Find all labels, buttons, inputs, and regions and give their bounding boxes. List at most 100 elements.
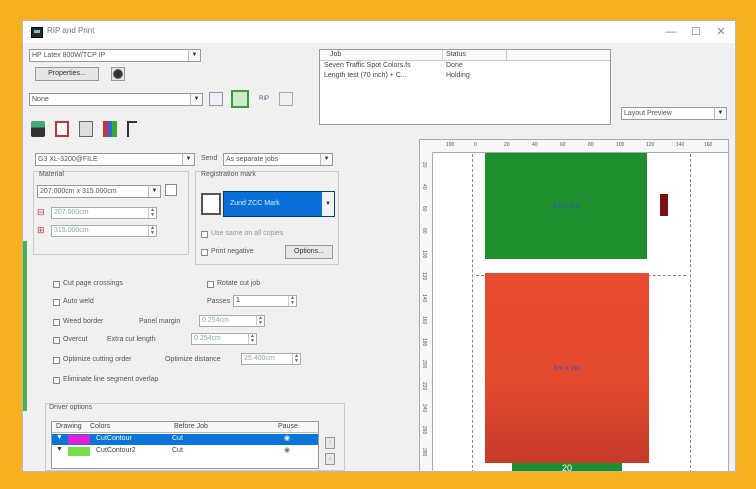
job-row-1-status: Done: [446, 62, 463, 69]
ruler-tick: 100: [421, 250, 427, 259]
pause-column-header[interactable]: Pause: [278, 423, 298, 430]
stepper-icon[interactable]: ▲ ▼: [256, 316, 264, 326]
ruler-tick: 120: [646, 142, 655, 148]
chevron-down-icon: ▼: [320, 154, 332, 165]
title-bar: RIP and Print — ☐ ✕: [23, 21, 735, 43]
tab-tiling-icon[interactable]: [103, 121, 117, 137]
height-icon: ⊞: [37, 225, 45, 235]
stepper-icon[interactable]: ▲ ▼: [248, 334, 256, 344]
status-column-header[interactable]: Status: [446, 51, 466, 58]
close-button[interactable]: ✕: [709, 24, 733, 40]
passes-field[interactable]: 1 ▲ ▼: [233, 295, 297, 307]
options-button[interactable]: Options...: [285, 245, 333, 259]
material-edit-icon[interactable]: [165, 184, 177, 196]
optimize-cutting-order-checkbox[interactable]: [53, 357, 60, 364]
move-up-icon[interactable]: ↑: [325, 437, 335, 449]
job-list[interactable]: Job Status Seven Traffic Spot Colors.fs …: [319, 49, 611, 125]
drawing-column-header[interactable]: Drawing: [56, 423, 82, 430]
preset-select[interactable]: None ▼: [29, 93, 203, 106]
overcut-label: Overcut: [63, 336, 88, 343]
preview-icon[interactable]: [231, 90, 249, 108]
layout-view-select[interactable]: Layout Preview ▼: [621, 107, 727, 120]
ruler-tick: 240: [421, 404, 427, 413]
material-label: Material: [39, 171, 64, 178]
cut-page-crossings-checkbox[interactable]: [53, 281, 60, 288]
optimize-distance-field[interactable]: 25.400cm ▲ ▼: [241, 353, 301, 365]
size-preset-select[interactable]: G3 XL-3200@FILE ▼: [35, 153, 195, 166]
stepper-icon[interactable]: ▲ ▼: [292, 354, 300, 364]
height-field[interactable]: 315.000cm ▲ ▼: [51, 225, 157, 237]
send-select[interactable]: As separate jobs ▼: [223, 153, 333, 166]
job-list-header: Job Status: [320, 50, 610, 61]
tab-color-icon[interactable]: [79, 121, 93, 137]
pause-icon[interactable]: ◉: [284, 446, 290, 454]
extra-cut-length-field[interactable]: 0.254cm ▲ ▼: [191, 333, 257, 345]
driver-options-table[interactable]: Drawing Colors Before Job Pause ▼ CutCon…: [51, 421, 319, 469]
colors-column-header[interactable]: Colors: [90, 423, 110, 430]
maximize-button[interactable]: ☐: [684, 24, 708, 40]
weed-border-checkbox[interactable]: [53, 319, 60, 326]
print-job-1m-x-2m[interactable]: 1m x 2m: [485, 273, 649, 463]
rip-print-window: RIP and Print — ☐ ✕ HP Latex 800W/TCP IP…: [22, 20, 736, 472]
rip-icon[interactable]: RIP: [257, 92, 271, 106]
tab-printer-icon[interactable]: [31, 121, 45, 137]
use-same-checkbox[interactable]: [201, 231, 208, 238]
overcut-checkbox[interactable]: [53, 337, 60, 344]
ruler-tick: 60: [421, 206, 427, 212]
ruler-tick: 100: [616, 142, 625, 148]
chevron-down-icon: ▼: [322, 192, 334, 216]
ruler-tick: 20: [504, 142, 510, 148]
ruler-tick: 260: [421, 426, 427, 435]
stepper-icon[interactable]: ▲ ▼: [288, 296, 296, 306]
ruler-tick: 140: [421, 294, 427, 303]
properties-button[interactable]: Properties...: [35, 67, 99, 81]
registration-block: [660, 194, 668, 216]
rotate-cut-job-label: Rotate cut job: [217, 280, 261, 287]
layout-preview[interactable]: 100 0 20 40 60 80 100 120 140 160 20 40 …: [419, 139, 729, 471]
driver-option-row[interactable]: ▼ CutContour Cut ◉: [52, 434, 318, 445]
eliminate-overlap-checkbox[interactable]: [53, 377, 60, 384]
material-select[interactable]: 207.000cm x 315.000cm ▼: [37, 185, 161, 198]
job-row-2-status: Holding: [446, 72, 470, 79]
print-job-partial[interactable]: 20: [512, 463, 622, 471]
top-ruler: 100 0 20 40 60 80 100 120 140 160: [420, 140, 728, 153]
left-ruler: 20 40 60 80 100 120 140 160 180 200 220 …: [420, 152, 433, 471]
ruler-tick: 200: [421, 360, 427, 369]
rotate-cut-job-checkbox[interactable]: [207, 281, 214, 288]
print-job-1m-x-1m[interactable]: 1m x 1m: [485, 153, 647, 259]
cut-page-crossings-label: Cut page crossings: [63, 280, 123, 287]
minimize-button[interactable]: —: [659, 24, 683, 40]
before-job-column-header[interactable]: Before Job: [174, 423, 208, 430]
stepper-icon[interactable]: ▲ ▼: [148, 226, 156, 236]
window-title: RIP and Print: [47, 26, 95, 35]
pen-icon: ▼: [56, 446, 63, 453]
ruler-tick: 280: [421, 448, 427, 457]
use-same-label: Use same on all copies: [211, 230, 284, 237]
send-icon[interactable]: [279, 92, 293, 106]
before-job-value: Cut: [172, 435, 183, 442]
pause-icon[interactable]: ◉: [284, 434, 290, 442]
print-negative-checkbox[interactable]: [201, 249, 208, 256]
ruler-tick: 120: [421, 272, 427, 281]
move-down-icon[interactable]: ↓: [325, 453, 335, 465]
width-field[interactable]: 207.000cm ▲ ▼: [51, 207, 157, 219]
job-column-header[interactable]: Job: [330, 51, 341, 58]
panel-margin-field[interactable]: 0.254cm ▲ ▼: [199, 315, 265, 327]
tab-layout-icon[interactable]: [55, 121, 69, 137]
optimize-distance-label: Optimize distance: [165, 356, 221, 363]
tab-cut-icon[interactable]: [127, 121, 137, 137]
job-row-1-name[interactable]: Seven Traffic Spot Colors.fs: [324, 62, 411, 69]
stepper-icon[interactable]: ▲ ▼: [148, 208, 156, 218]
job-row-2-name[interactable]: Length test (70 inch) + C...: [324, 72, 407, 79]
before-job-value: Cut: [172, 447, 183, 454]
driver-option-row[interactable]: ▼ CutContour2 Cut ◉: [52, 446, 318, 457]
media-edge-right: [690, 154, 691, 471]
ruler-tick: 20: [421, 162, 427, 168]
registration-select[interactable]: Zund ZCC Mark ▼: [223, 191, 335, 217]
gear-icon[interactable]: [111, 67, 125, 81]
eliminate-overlap-label: Eliminate line segment overlap: [63, 376, 159, 383]
printer-select[interactable]: HP Latex 800W/TCP IP ▼: [29, 49, 201, 62]
ruler-tick: 40: [421, 184, 427, 190]
save-preset-icon[interactable]: [209, 92, 223, 106]
auto-weld-checkbox[interactable]: [53, 299, 60, 306]
